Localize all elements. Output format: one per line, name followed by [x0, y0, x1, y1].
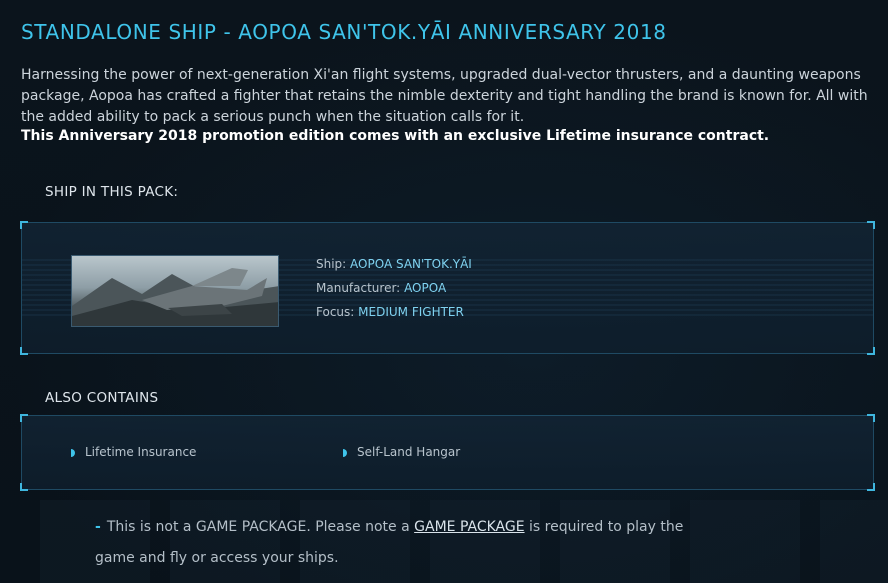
corner-decoration	[867, 221, 875, 229]
list-item: Lifetime Insurance	[71, 445, 196, 459]
focus-row: Focus: MEDIUM FIGHTER	[316, 305, 464, 319]
manufacturer-row: Manufacturer: AOPOA	[316, 281, 446, 295]
manufacturer-label: Manufacturer:	[316, 281, 401, 295]
corner-decoration	[20, 414, 28, 422]
list-item: Self-Land Hangar	[343, 445, 460, 459]
ship-image[interactable]	[71, 255, 279, 327]
corner-decoration	[20, 483, 28, 491]
ship-description: Harnessing the power of next-generation …	[21, 67, 868, 125]
note-text-before: This is not a GAME PACKAGE. Please note …	[106, 519, 410, 535]
manufacturer-value: AOPOA	[404, 281, 447, 295]
ship-name-label: Ship:	[316, 257, 347, 271]
game-package-link[interactable]: GAME PACKAGE	[414, 519, 524, 535]
dash-icon: -	[95, 519, 101, 535]
list-item-label: Lifetime Insurance	[85, 445, 197, 459]
also-contains-panel: Lifetime Insurance Self-Land Hangar	[20, 414, 875, 491]
bullet-icon	[71, 449, 75, 457]
corner-decoration	[867, 347, 875, 355]
corner-decoration	[867, 414, 875, 422]
corner-decoration	[20, 347, 28, 355]
ship-name-value: AOPOA SAN'TOK.YĀI	[350, 257, 472, 271]
game-package-note: - This is not a GAME PACKAGE. Please note…	[95, 512, 695, 574]
corner-decoration	[867, 483, 875, 491]
bullet-icon	[343, 449, 347, 457]
ship-panel: Ship: AOPOA SAN'TOK.YĀI Manufacturer: AO…	[20, 221, 875, 355]
focus-value: MEDIUM FIGHTER	[358, 305, 464, 319]
ship-name-row: Ship: AOPOA SAN'TOK.YĀI	[316, 257, 472, 271]
corner-decoration	[20, 221, 28, 229]
promo-text: This Anniversary 2018 promotion edition …	[21, 128, 770, 144]
page-title: STANDALONE SHIP - AOPOA SAN'TOK.YĀI ANNI…	[21, 20, 667, 44]
list-item-label: Self-Land Hangar	[357, 445, 461, 459]
ship-section-label: SHIP IN THIS PACK:	[45, 184, 179, 200]
ship-illustration	[72, 268, 278, 326]
focus-label: Focus:	[316, 305, 355, 319]
also-contains-label: ALSO CONTAINS	[45, 390, 159, 406]
